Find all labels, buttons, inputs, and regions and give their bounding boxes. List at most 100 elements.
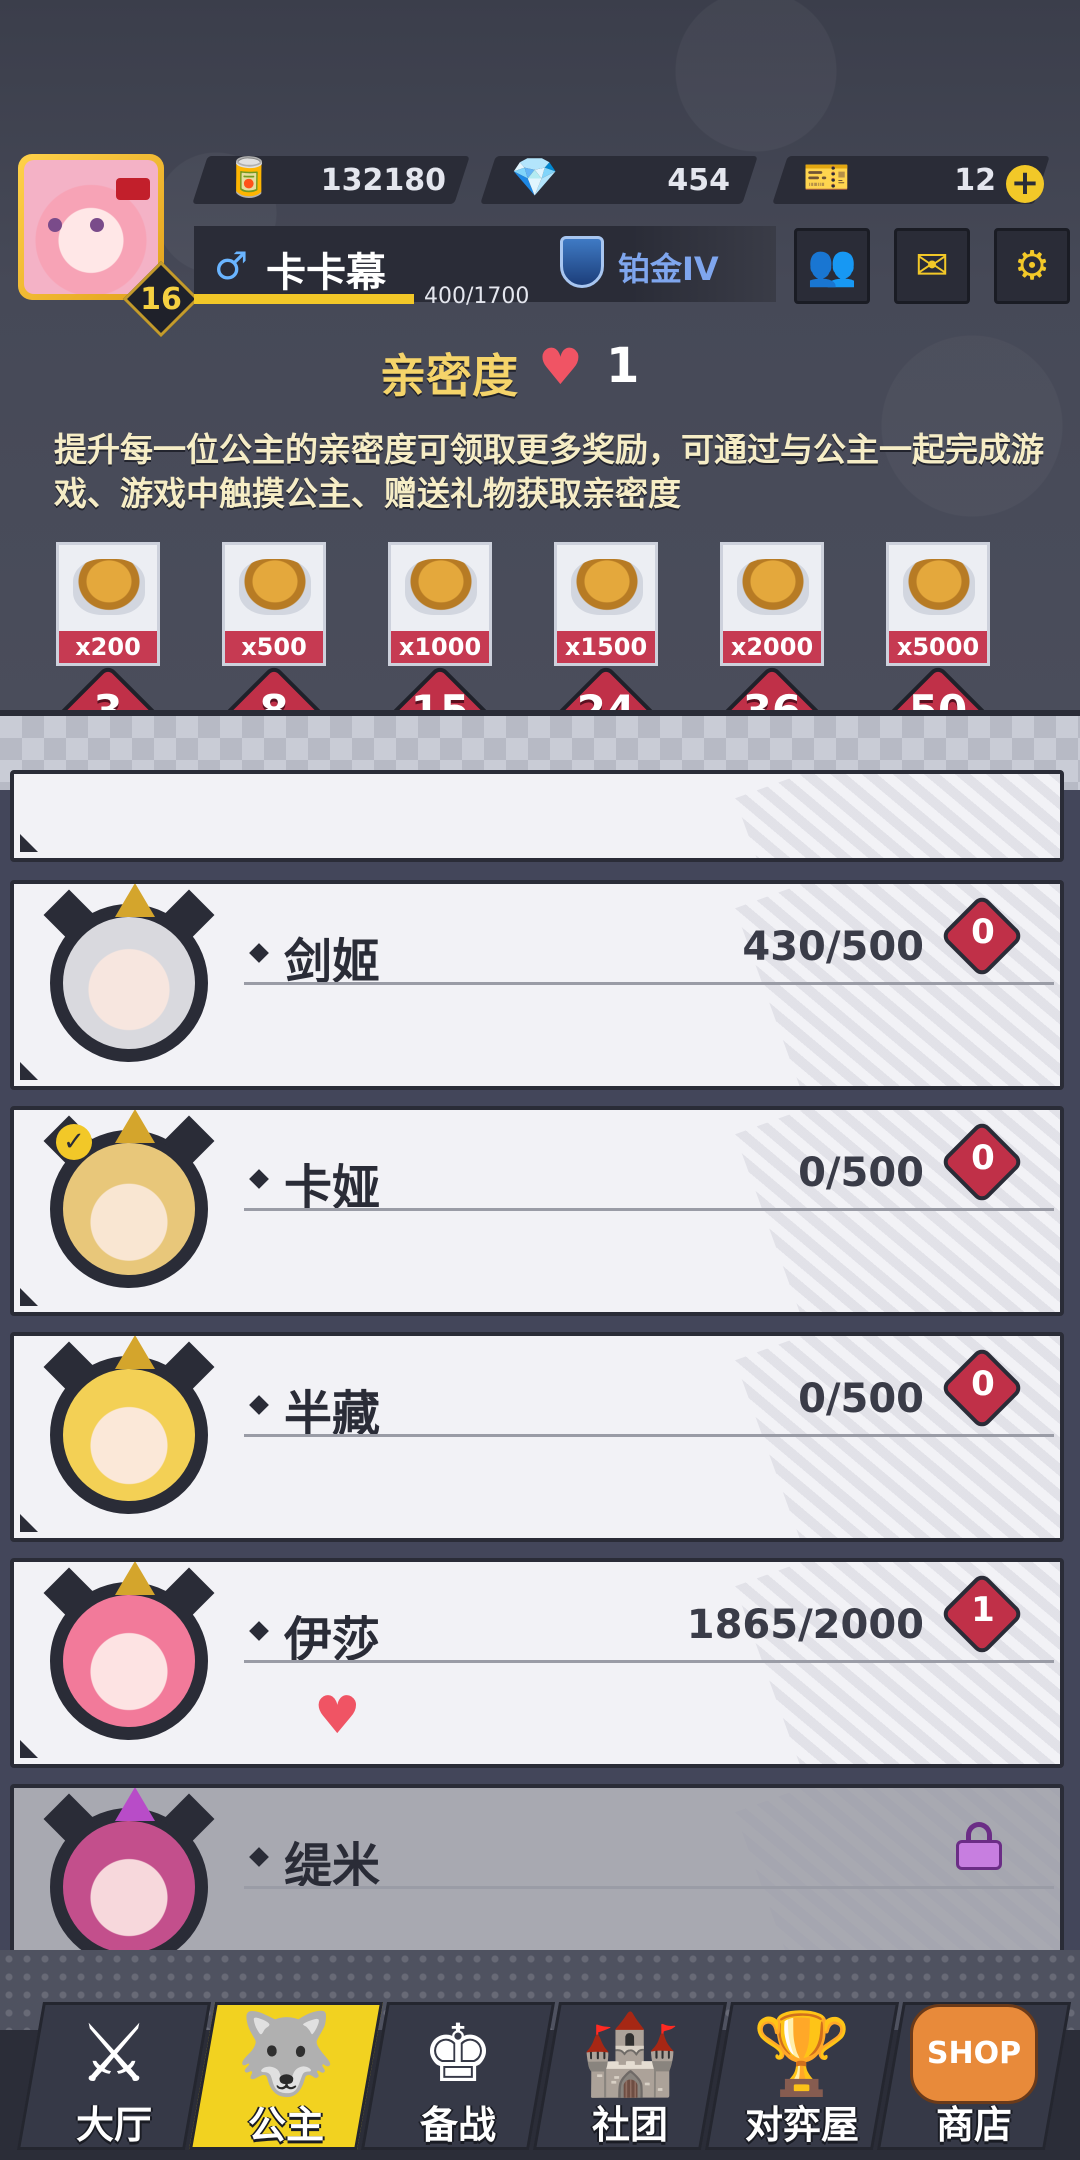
add-tickets-button[interactable]: + (1006, 165, 1044, 203)
diamond-bullet-icon (249, 943, 269, 963)
diamond-bullet-icon (249, 1395, 269, 1415)
rank-label[interactable]: 铂金IV (618, 244, 719, 290)
princess-card[interactable]: 伊莎 1865/2000 1 ♥ (10, 1558, 1064, 1768)
diamond-icon: 💎 (511, 155, 559, 199)
princess-progress: 0/500 (798, 1150, 924, 1196)
avatar-image (24, 160, 158, 294)
intimacy-value: 1 (606, 338, 640, 394)
male-icon: ♂ (214, 244, 249, 288)
princess-icon: 🐺 (236, 2007, 336, 2100)
princess-face (63, 1143, 195, 1275)
player-level: 16 (140, 282, 182, 317)
card-divider (244, 1434, 1054, 1437)
intimacy-level-badge: 1 (939, 1571, 1025, 1657)
nav-label: 备战 (419, 2103, 496, 2147)
reward-tier-1[interactable]: x200 (56, 542, 160, 666)
card-divider (244, 1886, 1054, 1889)
shop-icon: SHOP (890, 2004, 1058, 2104)
mail-icon: ✉ (915, 243, 949, 289)
nav-label: 公主 (247, 2103, 324, 2147)
princess-portrait (43, 1336, 215, 1514)
check-icon: ✓ (56, 1124, 92, 1160)
princess-progress: 1865/2000 (686, 1602, 924, 1648)
castle-icon: 🏰 (580, 2007, 680, 2100)
princess-progress: 430/500 (742, 924, 924, 970)
princess-portrait (43, 884, 215, 1062)
friends-button[interactable]: 👥 (794, 228, 870, 304)
reward-qty: x5000 (889, 631, 987, 663)
nav-label: 社团 (591, 2103, 668, 2147)
diamond-bullet-icon (249, 1169, 269, 1189)
rank-shield-icon (560, 236, 604, 288)
chess-icon: ♚ (422, 2007, 494, 2100)
xp-bar (194, 294, 414, 304)
princess-card[interactable]: 剑姬 430/500 0 (10, 880, 1064, 1090)
intimacy-level: 0 (971, 912, 995, 952)
intimacy-level-badge: 0 (939, 1119, 1025, 1205)
crossed-swords-icon: ⚔ (78, 2007, 150, 2100)
reward-qty: x1500 (557, 631, 655, 663)
crown-icon (115, 1562, 155, 1595)
player-name[interactable]: 卡卡幕 (266, 240, 386, 298)
princess-card-partial[interactable] (10, 770, 1064, 862)
ticket-icon: 🎫 (803, 155, 851, 199)
reward-tier-5[interactable]: x2000 (720, 542, 824, 666)
diamond-bullet-icon (249, 1621, 269, 1641)
princess-card[interactable]: 半藏 0/500 0 (10, 1332, 1064, 1542)
nav-label: 商店 (935, 2103, 1012, 2147)
mail-button[interactable]: ✉ (894, 228, 970, 304)
princess-portrait (43, 1788, 215, 1966)
fish-can-icon (571, 559, 643, 615)
reward-tier-2[interactable]: x500 (222, 542, 326, 666)
princess-card[interactable]: ✓ 卡娅 0/500 0 (10, 1106, 1064, 1316)
crown-icon (115, 884, 155, 917)
fish-can-icon (405, 559, 477, 615)
card-corner (20, 1514, 38, 1532)
coins-value: 132180 (320, 163, 446, 198)
reward-qty: x200 (59, 631, 157, 663)
crown-icon (115, 1110, 155, 1143)
card-divider (244, 1660, 1054, 1663)
intimacy-description: 提升每一位公主的亲密度可领取更多奖励，可通过与公主一起完成游戏、游戏中触摸公主、… (54, 430, 1044, 513)
reward-tier-3[interactable]: x1000 (388, 542, 492, 666)
reward-qty: x500 (225, 631, 323, 663)
fish-can-icon (239, 559, 311, 615)
xp-text: 400/1700 (424, 284, 530, 309)
card-divider (244, 982, 1054, 985)
card-divider (244, 1208, 1054, 1211)
princess-face (63, 1595, 195, 1727)
card-corner (20, 1062, 38, 1080)
settings-button[interactable]: ⚙ (994, 228, 1070, 304)
princess-portrait (43, 1562, 215, 1740)
fish-can-icon (903, 559, 975, 615)
princess-face (63, 1821, 195, 1953)
gear-icon: ⚙ (1014, 243, 1050, 289)
heart-icon: ♥ (314, 1686, 361, 1746)
fish-can-icon (737, 559, 809, 615)
tickets-value: 12 (954, 163, 996, 198)
intimacy-level: 1 (971, 1590, 995, 1630)
reward-tier-6[interactable]: x5000 (886, 542, 990, 666)
princess-face (63, 1369, 195, 1501)
friends-icon: 👥 (807, 243, 857, 289)
lock-icon (956, 1822, 1002, 1870)
heart-icon: ♥ (538, 338, 583, 396)
card-watermark (734, 774, 1060, 858)
shop-sign: SHOP (909, 2004, 1039, 2104)
diamonds-value: 454 (667, 163, 730, 198)
diamond-bullet-icon (249, 1847, 269, 1867)
card-corner (20, 834, 38, 852)
crown-icon (115, 1336, 155, 1369)
card-corner (20, 1740, 38, 1758)
princess-progress: 0/500 (798, 1376, 924, 1422)
crown-icon (115, 1788, 155, 1821)
nav-label: 大厅 (75, 2103, 152, 2147)
princess-face (63, 917, 195, 1049)
fish-can-icon (73, 559, 145, 615)
fish-can-icon: 🥫 (225, 155, 273, 199)
reward-tier-4[interactable]: x1500 (554, 542, 658, 666)
reward-qty: x1000 (391, 631, 489, 663)
intimacy-level-badge: 0 (939, 893, 1025, 979)
reward-qty: x2000 (723, 631, 821, 663)
intimacy-title: 亲密度 (380, 349, 518, 403)
